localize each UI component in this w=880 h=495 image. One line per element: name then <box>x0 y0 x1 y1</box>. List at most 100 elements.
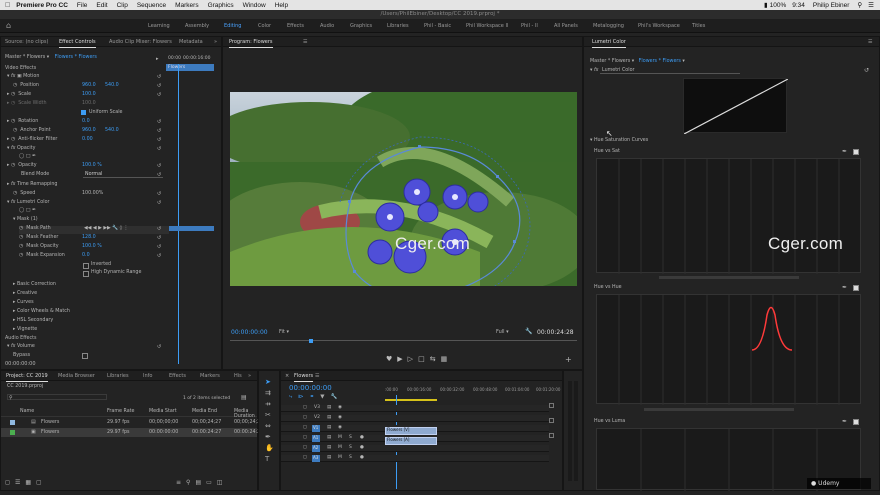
menu-clip[interactable]: Clip <box>117 2 128 9</box>
hdr-checkbox[interactable] <box>83 271 89 277</box>
fx-icon[interactable]: fx <box>11 146 16 151</box>
wrench-icon[interactable]: 🔧 <box>525 328 532 335</box>
rectangle-mask-icon[interactable]: □ <box>26 154 31 159</box>
stopwatch-icon[interactable]: ◷ <box>13 83 17 88</box>
timeline-ruler[interactable]: :00:00 00:00:16:00 00:00:32:00 00:00:48:… <box>385 387 561 396</box>
workspace-titles[interactable]: Titles <box>692 23 705 29</box>
program-scrubber[interactable] <box>230 340 577 345</box>
speed-value[interactable]: 100.00% <box>82 191 103 196</box>
hue-vs-luma-toggle[interactable] <box>853 419 859 425</box>
section-basic[interactable]: ▸ Basic Correction <box>13 282 56 290</box>
user-name[interactable]: Philip Ebiner <box>813 2 850 9</box>
stopwatch-icon[interactable]: ◷ <box>11 119 15 124</box>
reset-parameter-icon[interactable]: ↺ <box>157 191 161 197</box>
tab-effect-controls[interactable]: Effect Controls <box>59 39 96 48</box>
workspace-effects[interactable]: Effects <box>287 23 304 29</box>
marker-icon[interactable]: ▼ <box>320 394 330 400</box>
track-scroll-handle[interactable] <box>549 403 554 408</box>
position-y[interactable]: 540.0 <box>105 83 119 88</box>
lock-icon[interactable]: ◻ <box>5 479 15 486</box>
tab-audio-clip-mixer[interactable]: Audio Clip Mixer: Flowers <box>109 39 172 45</box>
stopwatch-icon[interactable]: ◷ <box>19 253 23 258</box>
rgb-curve-box[interactable] <box>683 78 789 135</box>
wrench-icon[interactable]: 🔧 <box>330 394 343 400</box>
mask-opacity-value[interactable]: 100.0 % <box>82 244 102 249</box>
fx-icon[interactable]: fx <box>11 182 16 187</box>
tab-history[interactable]: His <box>234 373 242 379</box>
menu-app[interactable]: Premiere Pro CC <box>16 2 68 9</box>
program-playhead[interactable] <box>309 339 313 343</box>
workspace-assembly[interactable]: Assembly <box>185 23 209 29</box>
type-icon[interactable]: T <box>265 454 274 465</box>
eye-icon[interactable]: ◉ <box>338 405 342 410</box>
tab-source[interactable]: Source: (no clips) <box>5 39 48 45</box>
video-clip[interactable]: Flowers [V] <box>385 427 437 435</box>
mute-icon[interactable]: M <box>338 445 342 450</box>
mask-row[interactable]: ▾ Mask (1) <box>13 217 38 225</box>
project-search-input[interactable]: ⚲ <box>7 394 107 401</box>
ripple-edit-icon[interactable]: ⇸ <box>265 399 274 410</box>
eye-icon[interactable]: ◉ <box>338 415 342 420</box>
rotation-value[interactable]: 0.0 <box>82 119 90 124</box>
workspace-metalogging[interactable]: Metalogging <box>593 23 624 29</box>
workspace-graphics[interactable]: Graphics <box>350 23 372 29</box>
track-label[interactable]: A1 <box>312 435 320 442</box>
panel-menu-icon[interactable]: » <box>248 373 251 379</box>
pen-mask-icon[interactable]: ✒ <box>32 208 36 213</box>
motion-row[interactable]: ▾ fx ▣ Motion <box>7 74 39 82</box>
ellipse-mask-icon[interactable]: ◯ <box>19 208 24 213</box>
motion-icon[interactable]: ▣ <box>17 74 22 79</box>
workspace-all-panels[interactable]: All Panels <box>554 23 578 29</box>
project-row[interactable]: ▣ Flowers 29.97 fps 00:00:00:00 00:00:24… <box>1 428 263 437</box>
hue-vs-sat-graph[interactable] <box>596 158 862 274</box>
clip-label[interactable]: Flowers * Flowers <box>55 55 97 60</box>
nest-icon[interactable]: ⤷ <box>289 394 298 400</box>
lock-icon[interactable]: ◻ <box>303 405 307 410</box>
eyedropper-icon[interactable]: ✒ <box>842 148 847 155</box>
add-button-icon[interactable]: + <box>565 355 572 364</box>
uniform-scale-checkbox[interactable] <box>81 110 86 115</box>
chevron-down-icon[interactable]: ▾ <box>47 55 51 60</box>
linked-icon[interactable]: ⚭ <box>310 394 321 400</box>
close-icon[interactable]: × <box>285 373 289 379</box>
track-label[interactable]: A2 <box>312 445 320 452</box>
hue-vs-hue-toggle[interactable] <box>853 285 859 291</box>
play-only-icon[interactable]: ▸ <box>156 56 159 62</box>
video-frame[interactable] <box>230 92 577 286</box>
pen-mask-icon[interactable]: ✒ <box>32 154 36 159</box>
master-label[interactable]: Master * Flowers <box>5 55 45 60</box>
icon-view-icon[interactable]: ▦ <box>25 479 36 486</box>
section-hsl[interactable]: ▸ HSL Secondary <box>13 318 53 326</box>
playhead-line[interactable] <box>178 64 179 364</box>
col-fps[interactable]: Frame Rate <box>107 409 134 414</box>
reset-parameter-icon[interactable]: ↺ <box>157 92 161 98</box>
lock-icon[interactable]: ◻ <box>303 435 307 440</box>
work-area-bar[interactable] <box>385 399 437 401</box>
col-end[interactable]: Media End <box>192 409 217 414</box>
menu-window[interactable]: Window <box>243 2 266 9</box>
sync-lock-icon[interactable]: ▤ <box>327 425 331 430</box>
lock-icon[interactable]: ◻ <box>303 415 307 420</box>
workspace-phil-basic[interactable]: Phil - Basic <box>424 23 451 29</box>
rectangle-mask-icon[interactable]: □ <box>26 208 31 213</box>
opacity-effect-row[interactable]: ▾ fx Opacity <box>7 146 35 154</box>
workspace-phil-ii[interactable]: Phil - II <box>521 23 538 29</box>
solo-icon[interactable]: S <box>349 435 352 440</box>
camera-icon[interactable]: □ <box>418 355 430 363</box>
panel-menu-icon[interactable]: ☰ <box>868 39 872 45</box>
mask-keyframe-bar[interactable] <box>166 226 214 231</box>
eyedropper-icon[interactable]: ✒ <box>842 284 847 291</box>
stopwatch-icon[interactable]: ◷ <box>11 92 15 97</box>
lock-icon[interactable]: ◻ <box>303 445 307 450</box>
stopwatch-icon[interactable]: ◷ <box>11 137 15 142</box>
reset-parameter-icon[interactable]: ↺ <box>157 83 161 89</box>
workspace-color[interactable]: Color <box>258 23 271 29</box>
tab-effects[interactable]: Effects <box>169 373 186 379</box>
stopwatch-icon[interactable]: ◷ <box>19 235 23 240</box>
sync-lock-icon[interactable]: ▤ <box>327 435 331 440</box>
bypass-checkbox[interactable] <box>82 353 88 359</box>
flicker-value[interactable]: 0.00 <box>82 137 93 142</box>
marker-icon[interactable]: ♥ <box>386 355 397 363</box>
sync-lock-icon[interactable]: ▤ <box>327 415 331 420</box>
mic-icon[interactable]: ● <box>360 455 364 460</box>
